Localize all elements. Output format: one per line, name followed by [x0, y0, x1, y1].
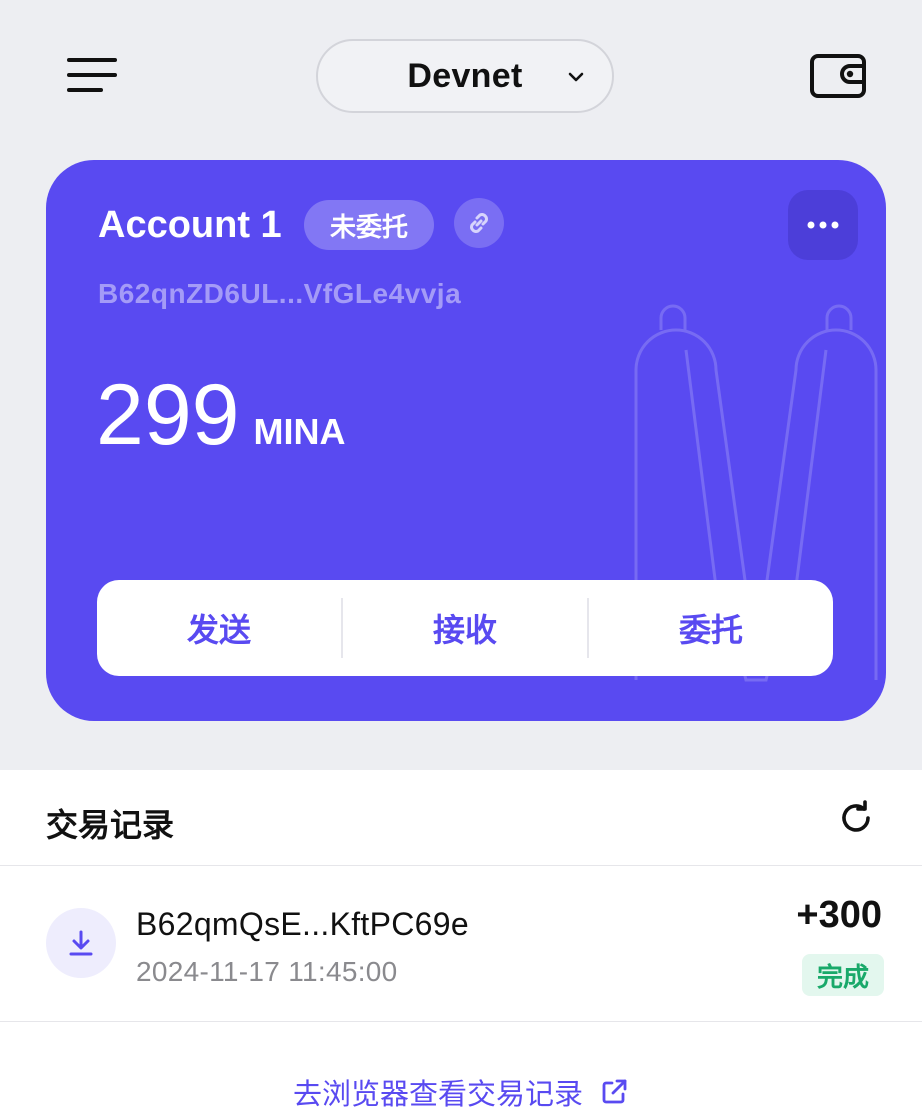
top-area: Devnet Account 1 未委托 B62qnZD6UL...VfGLe4… [0, 0, 922, 770]
explorer-link-label: 去浏览器查看交易记录 [292, 1079, 583, 1111]
delegate-button[interactable]: 委托 [589, 580, 833, 676]
refresh-button[interactable] [836, 798, 876, 838]
more-options-button[interactable] [788, 190, 858, 260]
link-icon [470, 213, 488, 233]
wallet-button[interactable] [806, 50, 870, 102]
refresh-icon [842, 800, 870, 832]
menu-button[interactable] [64, 52, 120, 98]
receive-button[interactable]: 接收 [343, 580, 587, 676]
transaction-row[interactable]: B62qmQsE...KftPC69e 2024-11-17 11:45:00 … [0, 866, 922, 1022]
transaction-address: B62qmQsE...KftPC69e [136, 906, 469, 942]
network-label: Devnet [407, 56, 523, 95]
account-address[interactable]: B62qnZD6UL...VfGLe4vvja [98, 278, 461, 310]
network-selector[interactable]: Devnet [316, 39, 614, 113]
more-icon [807, 221, 839, 229]
delegation-status-badge: 未委托 [304, 200, 434, 250]
external-link-icon [602, 1079, 627, 1104]
transaction-type-icon [46, 908, 116, 978]
menu-icon [67, 58, 117, 92]
transaction-status-badge: 完成 [802, 954, 884, 996]
explorer-link[interactable]: 去浏览器查看交易记录 [0, 1070, 922, 1114]
transaction-time: 2024-11-17 11:45:00 [136, 956, 398, 987]
transactions-header: 交易记录 [0, 770, 922, 866]
account-name: Account 1 [98, 204, 282, 246]
balance-amount: 299 [96, 367, 240, 463]
app-root: Devnet Account 1 未委托 B62qnZD6UL...VfGLe4… [0, 0, 922, 1120]
wallet-icon [810, 54, 866, 98]
transaction-amount: +300 [796, 894, 882, 936]
chevron-down-icon [568, 72, 584, 82]
account-card: Account 1 未委托 B62qnZD6UL...VfGLe4vvja 29… [46, 160, 886, 721]
download-icon [69, 930, 93, 956]
balance-display: 299 MINA [96, 372, 346, 458]
transactions-title: 交易记录 [46, 807, 175, 843]
send-button[interactable]: 发送 [97, 580, 341, 676]
balance-unit: MINA [253, 411, 346, 452]
link-button[interactable] [454, 198, 504, 248]
action-bar: 发送 接收 委托 [97, 580, 833, 676]
